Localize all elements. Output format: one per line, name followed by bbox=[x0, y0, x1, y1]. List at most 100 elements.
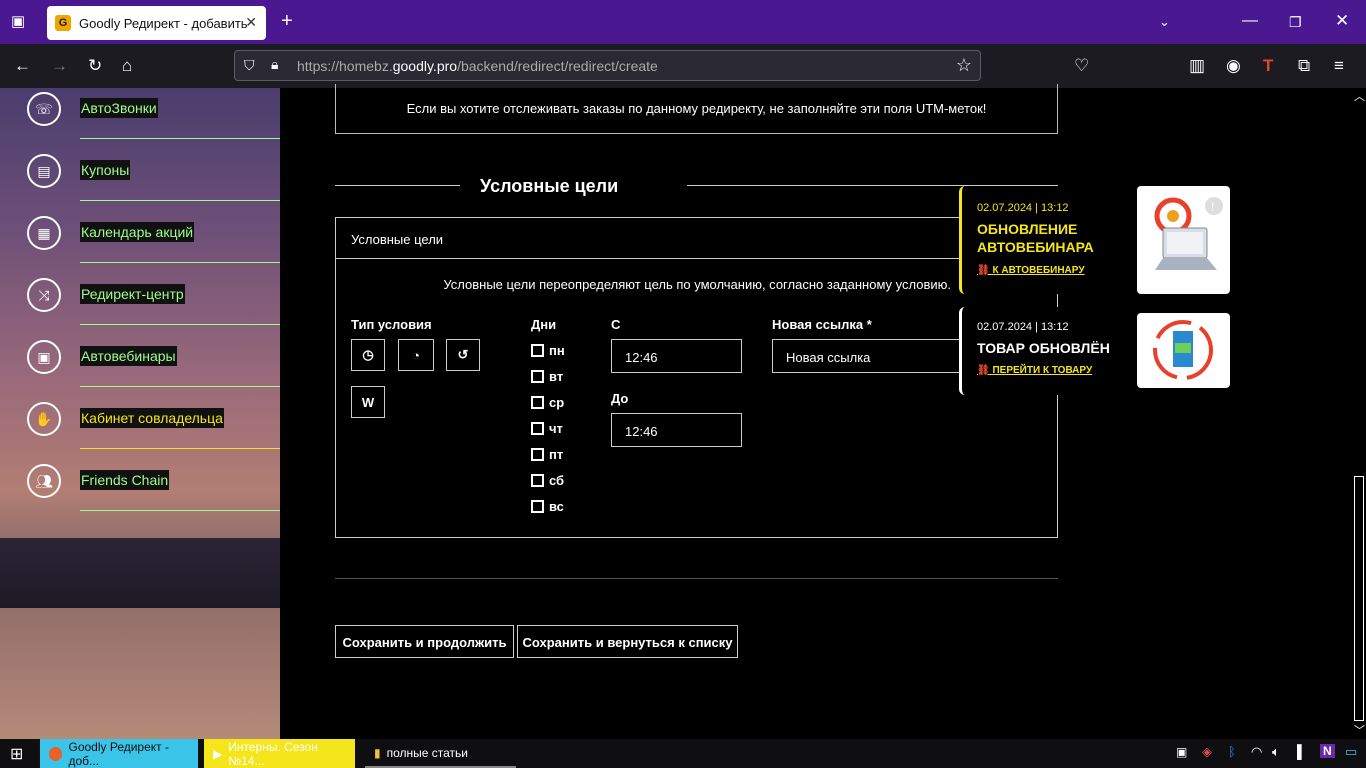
tray-app-icon[interactable]: ◈ bbox=[1202, 744, 1212, 760]
new-tab-icon[interactable]: + bbox=[281, 11, 293, 31]
bluetooth-icon[interactable]: ᛒ bbox=[1228, 744, 1236, 759]
notification-date: 02.07.2024 | 13:12 bbox=[977, 202, 1069, 214]
address-bar[interactable]: ⛉ 🔒︎ https://homebz. goodly.pro/backend/r… bbox=[234, 50, 981, 81]
forward-icon[interactable]: → bbox=[51, 56, 68, 76]
shuffle-icon: ⤨ bbox=[27, 278, 61, 312]
heading-line-left bbox=[335, 185, 460, 186]
panel-title: Условные цели bbox=[336, 218, 1057, 259]
notification-product[interactable]: 02.07.2024 | 13:12 ТОВАР ОБНОВЛЁН ⛓ ПЕРЕ… bbox=[959, 307, 1230, 395]
sidebar-item-calendar[interactable]: ▦ Календарь акций bbox=[0, 214, 280, 276]
checkbox[interactable] bbox=[531, 370, 544, 383]
restore-icon[interactable]: ❐ bbox=[1289, 13, 1302, 31]
checkbox[interactable] bbox=[531, 396, 544, 409]
notification-date: 02.07.2024 | 13:12 bbox=[977, 321, 1069, 333]
checkbox[interactable] bbox=[531, 448, 544, 461]
play-icon: ▶ bbox=[213, 746, 223, 761]
notification-center-icon[interactable]: ▭ bbox=[1345, 744, 1357, 760]
day-fri[interactable]: пт bbox=[531, 447, 563, 462]
sidebar-divider bbox=[80, 386, 280, 387]
sidebar-item-webinars[interactable]: ▣ Автовебинары bbox=[0, 338, 280, 400]
to-time-input[interactable]: 12:46 bbox=[611, 413, 742, 447]
sidebar-item-redirect[interactable]: ⤨ Редирект-центр bbox=[0, 276, 280, 338]
new-link-label: Новая ссылка * bbox=[772, 317, 872, 332]
account-icon[interactable]: ◉ bbox=[1226, 56, 1241, 76]
url-prefix: https://homebz. bbox=[297, 57, 393, 74]
back-icon[interactable]: ← bbox=[14, 56, 31, 76]
day-label: ср bbox=[549, 395, 565, 410]
chevron-down-icon[interactable]: ⌄ bbox=[1159, 13, 1170, 31]
scroll-down-icon[interactable]: ﹀ bbox=[1354, 722, 1365, 738]
day-label: пн bbox=[549, 343, 565, 358]
lock-icon[interactable]: 🔒︎ bbox=[271, 56, 278, 73]
utm-notice: Если вы хотите отслеживать заказы по дан… bbox=[335, 84, 1058, 134]
tray-chart-icon[interactable]: ▌ bbox=[1297, 744, 1306, 759]
volume-icon[interactable]: 🔈︎ bbox=[1272, 744, 1280, 760]
extensions-icon[interactable]: ⧉ bbox=[1298, 56, 1310, 76]
extension-t-icon[interactable]: T bbox=[1263, 56, 1273, 76]
tab-title: Goodly Редирект - добавить bbox=[79, 15, 248, 31]
firefox-icon bbox=[49, 746, 63, 761]
scroll-thumb[interactable] bbox=[1354, 476, 1364, 721]
notification-link[interactable]: ⛓ ПЕРЕЙТИ К ТОВАРУ bbox=[977, 365, 1092, 376]
type-time-button[interactable]: ◷ bbox=[351, 339, 385, 371]
taskbar-folder[interactable]: ▮ полные статьи bbox=[365, 739, 516, 768]
scroll-up-icon[interactable]: ︿ bbox=[1354, 88, 1365, 104]
notification-link-text: ПЕРЕЙТИ К ТОВАРУ bbox=[992, 365, 1093, 376]
close-tab-icon[interactable]: ✕ bbox=[245, 14, 257, 31]
type-history-button[interactable]: ↺ bbox=[446, 339, 480, 371]
day-mon[interactable]: пн bbox=[531, 343, 565, 358]
day-sat[interactable]: сб bbox=[531, 473, 564, 488]
sidebar-item-autocalls[interactable]: ☏ АвтоЗвонки bbox=[0, 90, 280, 152]
wifi-icon[interactable]: ◠ bbox=[1251, 744, 1262, 760]
product-update-image bbox=[1137, 313, 1230, 388]
from-time-input[interactable]: 12:46 bbox=[611, 339, 742, 373]
page-scrollbar[interactable]: ︿ ﹀ bbox=[1352, 88, 1366, 739]
sidebar-item-label: Редирект-центр bbox=[80, 284, 185, 304]
save-return-button[interactable]: Сохранить и вернуться к списку bbox=[517, 625, 738, 658]
day-thu[interactable]: чт bbox=[531, 421, 563, 436]
day-wed[interactable]: ср bbox=[531, 395, 564, 410]
close-window-icon[interactable]: ✕ bbox=[1335, 12, 1349, 30]
tray-monitor-icon[interactable]: ▣ bbox=[1176, 745, 1187, 759]
reload-icon[interactable]: ↻ bbox=[88, 56, 102, 76]
url-domain: goodly.pro bbox=[392, 57, 458, 74]
sidebar-divider bbox=[80, 448, 280, 449]
link-chain-icon: ⛓ bbox=[977, 365, 993, 376]
taskbar-video[interactable]: ▶ Интерны. Сезон №14... bbox=[204, 739, 355, 768]
notification-link[interactable]: ⛓ К АВТОВЕБИНАРУ bbox=[977, 265, 1085, 276]
day-tue[interactable]: вт bbox=[531, 369, 563, 384]
sidebar: ☏ АвтоЗвонки ▤ Купоны ▦ Календарь акций … bbox=[0, 88, 280, 739]
new-link-input[interactable]: Новая ссылка bbox=[772, 339, 972, 373]
browser-tab[interactable]: G Goodly Редирект - добавить ✕ bbox=[47, 6, 266, 40]
taskbar-firefox[interactable]: Goodly Редирект - доб... bbox=[40, 739, 198, 768]
tray-n-icon[interactable]: N bbox=[1320, 744, 1335, 758]
checkbox[interactable] bbox=[531, 344, 544, 357]
checkbox[interactable] bbox=[531, 500, 544, 513]
pocket-icon[interactable]: ♡ bbox=[1074, 56, 1089, 76]
to-label: До bbox=[611, 391, 629, 406]
home-icon[interactable]: ⌂ bbox=[122, 56, 132, 76]
menu-icon[interactable]: ≡ bbox=[1334, 56, 1344, 76]
notification-title: ОБНОВЛЕНИЕ АВТОВЕБИНАРА bbox=[977, 221, 1094, 255]
windows-start-icon[interactable]: ⊞ bbox=[10, 744, 23, 764]
shield-icon[interactable]: ⛉ bbox=[244, 57, 255, 74]
type-speed-button[interactable]: ◔ bbox=[398, 339, 434, 371]
sidebar-item-friends[interactable]: 👥︎ Friends Chain bbox=[0, 462, 280, 524]
day-sun[interactable]: вс bbox=[531, 499, 564, 514]
checkbox[interactable] bbox=[531, 474, 544, 487]
reader-view-icon[interactable]: ▥ bbox=[1189, 56, 1205, 76]
sidebar-item-coupons[interactable]: ▤ Купоны bbox=[0, 152, 280, 214]
checkbox[interactable] bbox=[531, 422, 544, 435]
type-weekday-button[interactable]: W bbox=[351, 386, 385, 418]
bookmark-star-icon[interactable]: ☆ bbox=[956, 55, 972, 76]
os-taskbar: ⊞ Goodly Редирект - доб... ▶ Интерны. Се… bbox=[0, 739, 1366, 768]
sidebar-item-label: Кабинет совладельца bbox=[80, 408, 224, 428]
save-continue-button[interactable]: Сохранить и продолжить bbox=[335, 625, 514, 658]
tab-list-icon[interactable]: ▣ bbox=[11, 13, 25, 31]
sidebar-divider bbox=[80, 510, 280, 511]
sidebar-item-partner[interactable]: ✋ Кабинет совладельца bbox=[0, 400, 280, 462]
notification-webinar[interactable]: 02.07.2024 | 13:12 ОБНОВЛЕНИЕ АВТОВЕБИНА… bbox=[959, 186, 1230, 294]
laptop-gear-icon: ! bbox=[1154, 197, 1223, 270]
minimize-icon[interactable]: — bbox=[1242, 12, 1258, 30]
sidebar-item-label: АвтоЗвонки bbox=[80, 98, 158, 118]
